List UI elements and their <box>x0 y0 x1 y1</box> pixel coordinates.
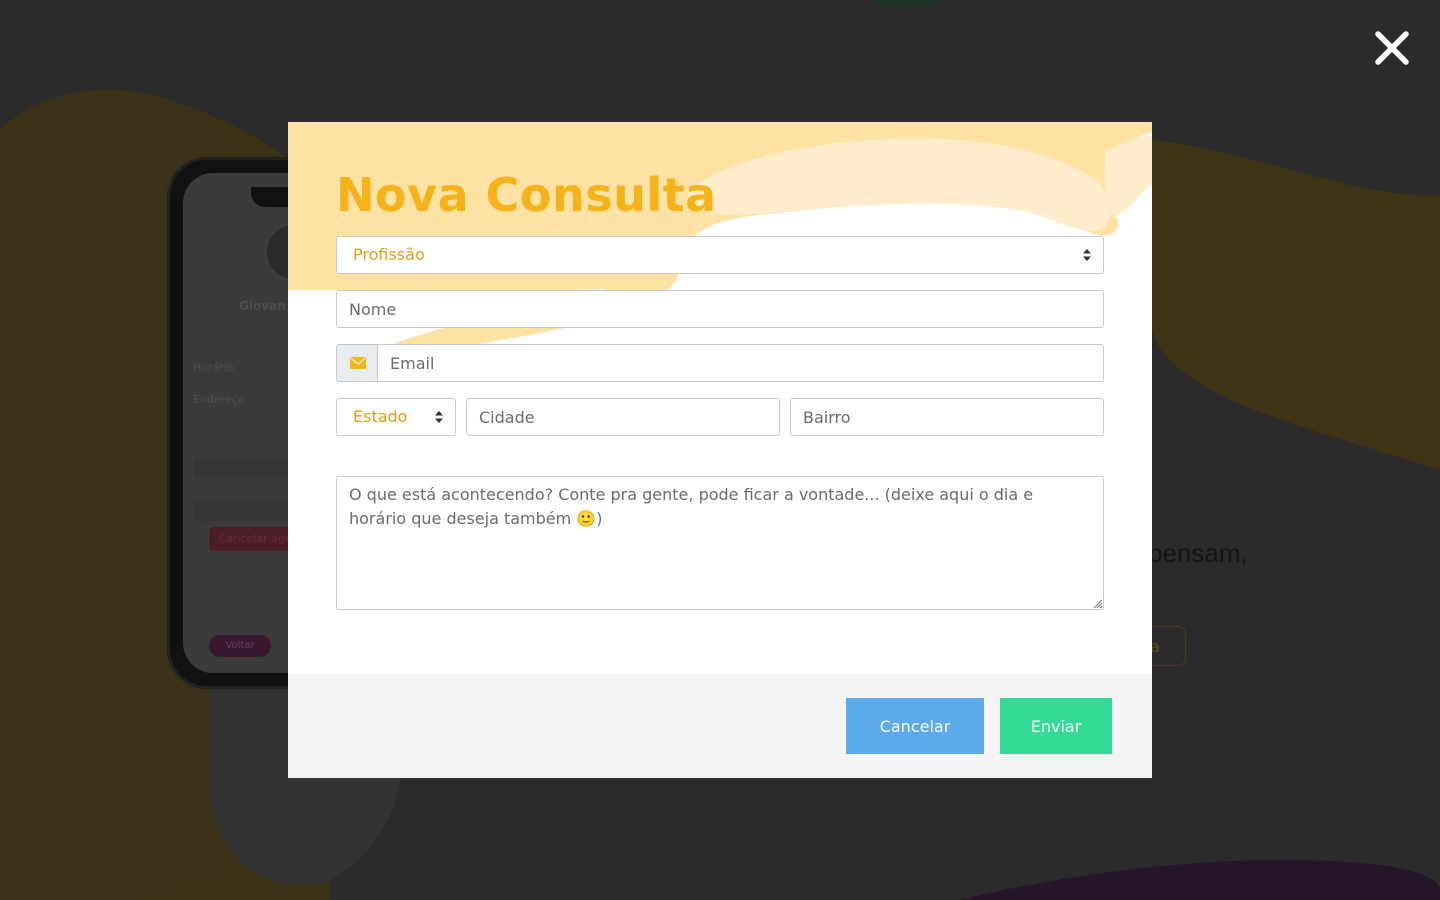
profession-select-value: Profissão <box>353 245 425 264</box>
profession-select[interactable]: Profissão <box>336 236 1104 274</box>
state-select[interactable]: Estado <box>336 398 456 436</box>
message-textarea[interactable] <box>336 476 1104 610</box>
city-input[interactable] <box>466 398 780 436</box>
state-select-value: Estado <box>353 407 408 426</box>
resize-grip-icon[interactable] <box>1092 598 1102 608</box>
cancel-button[interactable]: Cancelar <box>846 698 984 754</box>
select-arrows-icon <box>435 411 443 423</box>
select-arrows-icon <box>1083 249 1091 261</box>
name-input[interactable] <box>336 290 1104 328</box>
phone-name: Giovan <box>239 299 286 313</box>
email-input[interactable] <box>377 344 1104 382</box>
send-button[interactable]: Enviar <box>1000 698 1112 754</box>
close-icon[interactable] <box>1372 28 1412 68</box>
phone-row-label: Horário <box>193 361 234 374</box>
modal-title: Nova Consulta <box>336 168 717 222</box>
new-consultation-modal: Nova Consulta Profissão Estado Cancelar … <box>288 122 1152 778</box>
background-headline: pensam, <box>1148 538 1248 568</box>
email-addon <box>336 344 378 382</box>
phone-back-button: Voltar <box>209 635 271 657</box>
envelope-icon <box>349 357 366 369</box>
phone-row-label: Endereço <box>193 393 245 406</box>
modal-footer: Cancelar Enviar <box>288 674 1152 778</box>
neighborhood-input[interactable] <box>790 398 1104 436</box>
